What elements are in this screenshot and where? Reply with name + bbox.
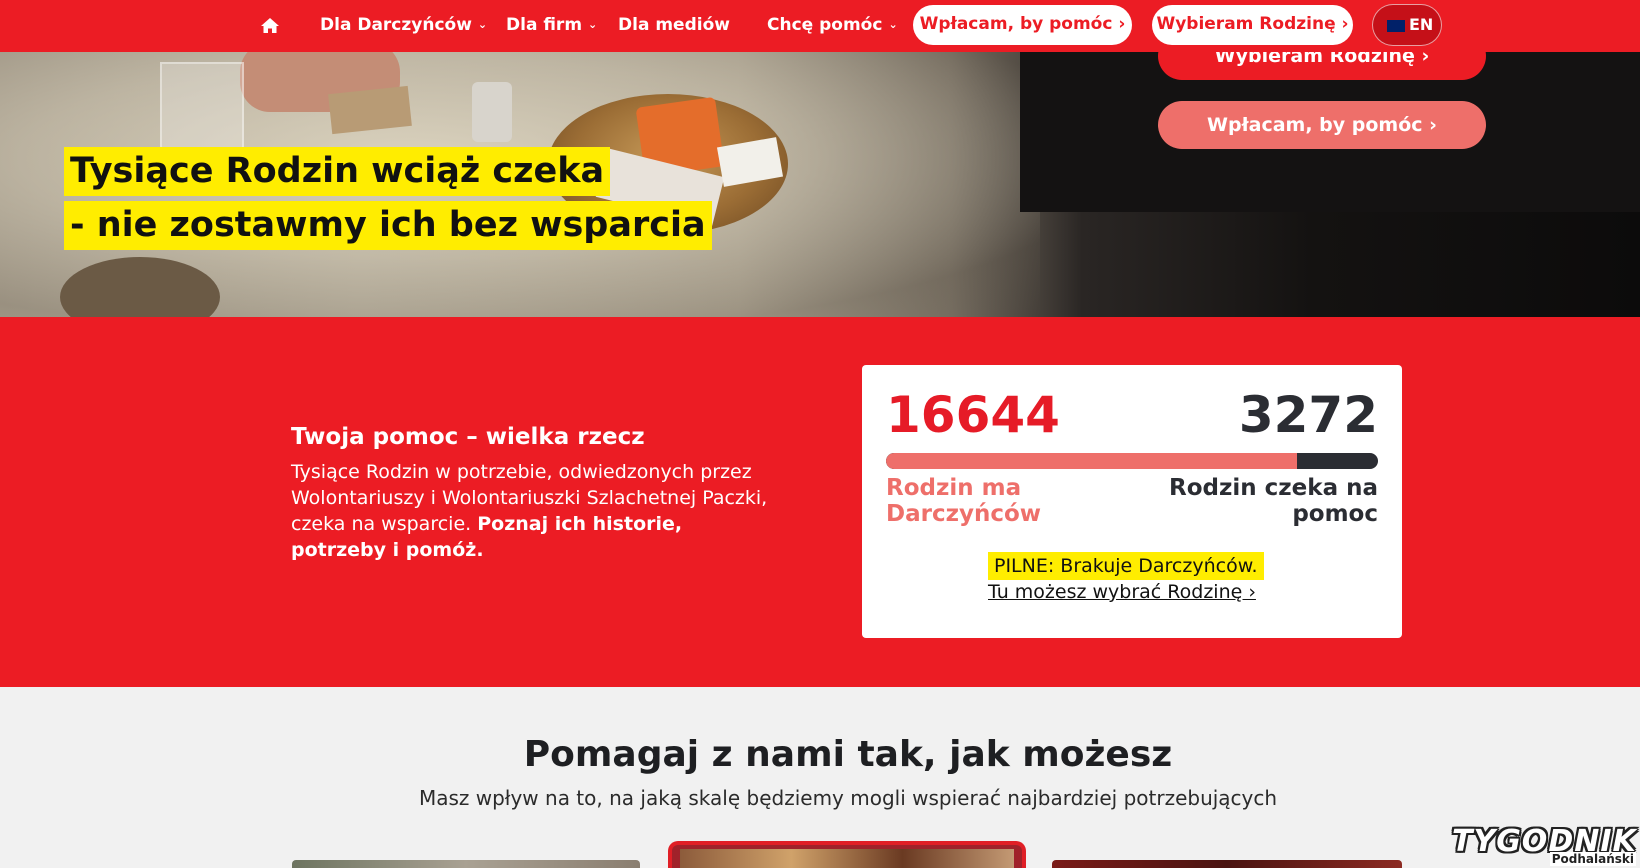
nav-item-dla-darczyncow[interactable]: Dla Darczyńców ⌄ — [320, 0, 487, 52]
nav-item-dla-firm[interactable]: Dla firm ⌄ — [506, 0, 597, 52]
top-navbar: Dla Darczyńców ⌄ Dla firm ⌄ Dla mediów Chc… — [0, 0, 1640, 52]
stats-card: 16644 3272 Rodzin ma Darczyńców Rodzin c… — [862, 365, 1402, 638]
choose-family-button[interactable]: Wybieram Rodzinę › — [1152, 5, 1353, 45]
choose-family-link[interactable]: Tu możesz wybrać Rodzinę › — [988, 581, 1256, 603]
help-option-card-thumbnail[interactable] — [292, 860, 640, 868]
progress-bar — [886, 453, 1378, 469]
nav-item-label: Dla firm — [506, 15, 583, 35]
chevron-down-icon: ⌄ — [477, 18, 488, 31]
hero-banner: Tysiące Rodzin wciąż czeka - nie zostawm… — [0, 52, 1640, 317]
nav-item-label: Dla mediów — [618, 15, 730, 35]
urgent-notice: PILNE: Brakuje Darczyńców. — [988, 552, 1264, 580]
chevron-down-icon: ⌄ — [888, 18, 898, 31]
help-description: Tysiące Rodzin w potrzebie, odwiedzonych… — [291, 459, 777, 563]
help-option-card-thumbnail[interactable] — [1052, 860, 1402, 868]
watermark-sub: Podhalański — [1549, 852, 1636, 866]
nav-item-dla-mediow[interactable]: Dla mediów — [618, 0, 730, 52]
hero-title: Tysiące Rodzin wciąż czeka — [64, 147, 611, 196]
section-title: Pomagaj z nami tak, jak możesz — [523, 734, 1173, 775]
hero-title-line: - nie zostawmy ich bez wsparcia — [64, 201, 712, 250]
families-with-donors-label: Rodzin ma Darczyńców — [886, 475, 1042, 527]
nav-item-label: Dla Darczyńców — [320, 15, 472, 35]
hero-donate-button[interactable]: Wpłacam, by pomóc › — [1158, 101, 1486, 149]
section-subtitle: Masz wpływ na to, na jaką skalę będziemy… — [418, 786, 1278, 810]
nav-item-chce-pomoc[interactable]: Chcę pomóc ⌄ — [767, 0, 898, 52]
hero-choose-family-button[interactable]: Wybieram Rodzinę › — [1158, 52, 1486, 80]
hero-title-line: Tysiące Rodzin wciąż czeka — [64, 147, 611, 196]
hero-title: - nie zostawmy ich bez wsparcia — [64, 201, 712, 250]
hero-photo-bottle — [472, 82, 512, 142]
stats-section: Twoja pomoc – wielka rzecz Tysiące Rodzi… — [0, 317, 1640, 687]
families-waiting-count: 3272 — [1238, 386, 1378, 444]
hero-photo-glass — [160, 62, 244, 156]
help-heading: Twoja pomoc – wielka rzecz — [291, 424, 645, 450]
families-with-donors-count: 16644 — [886, 386, 1060, 444]
help-option-card-image — [680, 849, 1014, 868]
home-icon[interactable] — [260, 16, 280, 36]
nav-item-label: Chcę pomóc — [767, 15, 883, 35]
families-waiting-label: Rodzin czeka na pomoc — [1169, 475, 1378, 527]
hero-photo-envelope — [328, 85, 412, 135]
help-option-card-thumbnail-featured[interactable] — [668, 841, 1026, 868]
language-switcher[interactable]: EN — [1372, 4, 1442, 46]
chevron-down-icon: ⌄ — [588, 18, 598, 31]
publisher-watermark: TYGODNIK Podhalański — [1452, 824, 1636, 868]
language-label: EN — [1409, 15, 1434, 34]
uk-flag-icon — [1387, 20, 1405, 32]
progress-bar-fill — [886, 453, 1298, 469]
donate-button[interactable]: Wpłacam, by pomóc › — [913, 5, 1132, 45]
